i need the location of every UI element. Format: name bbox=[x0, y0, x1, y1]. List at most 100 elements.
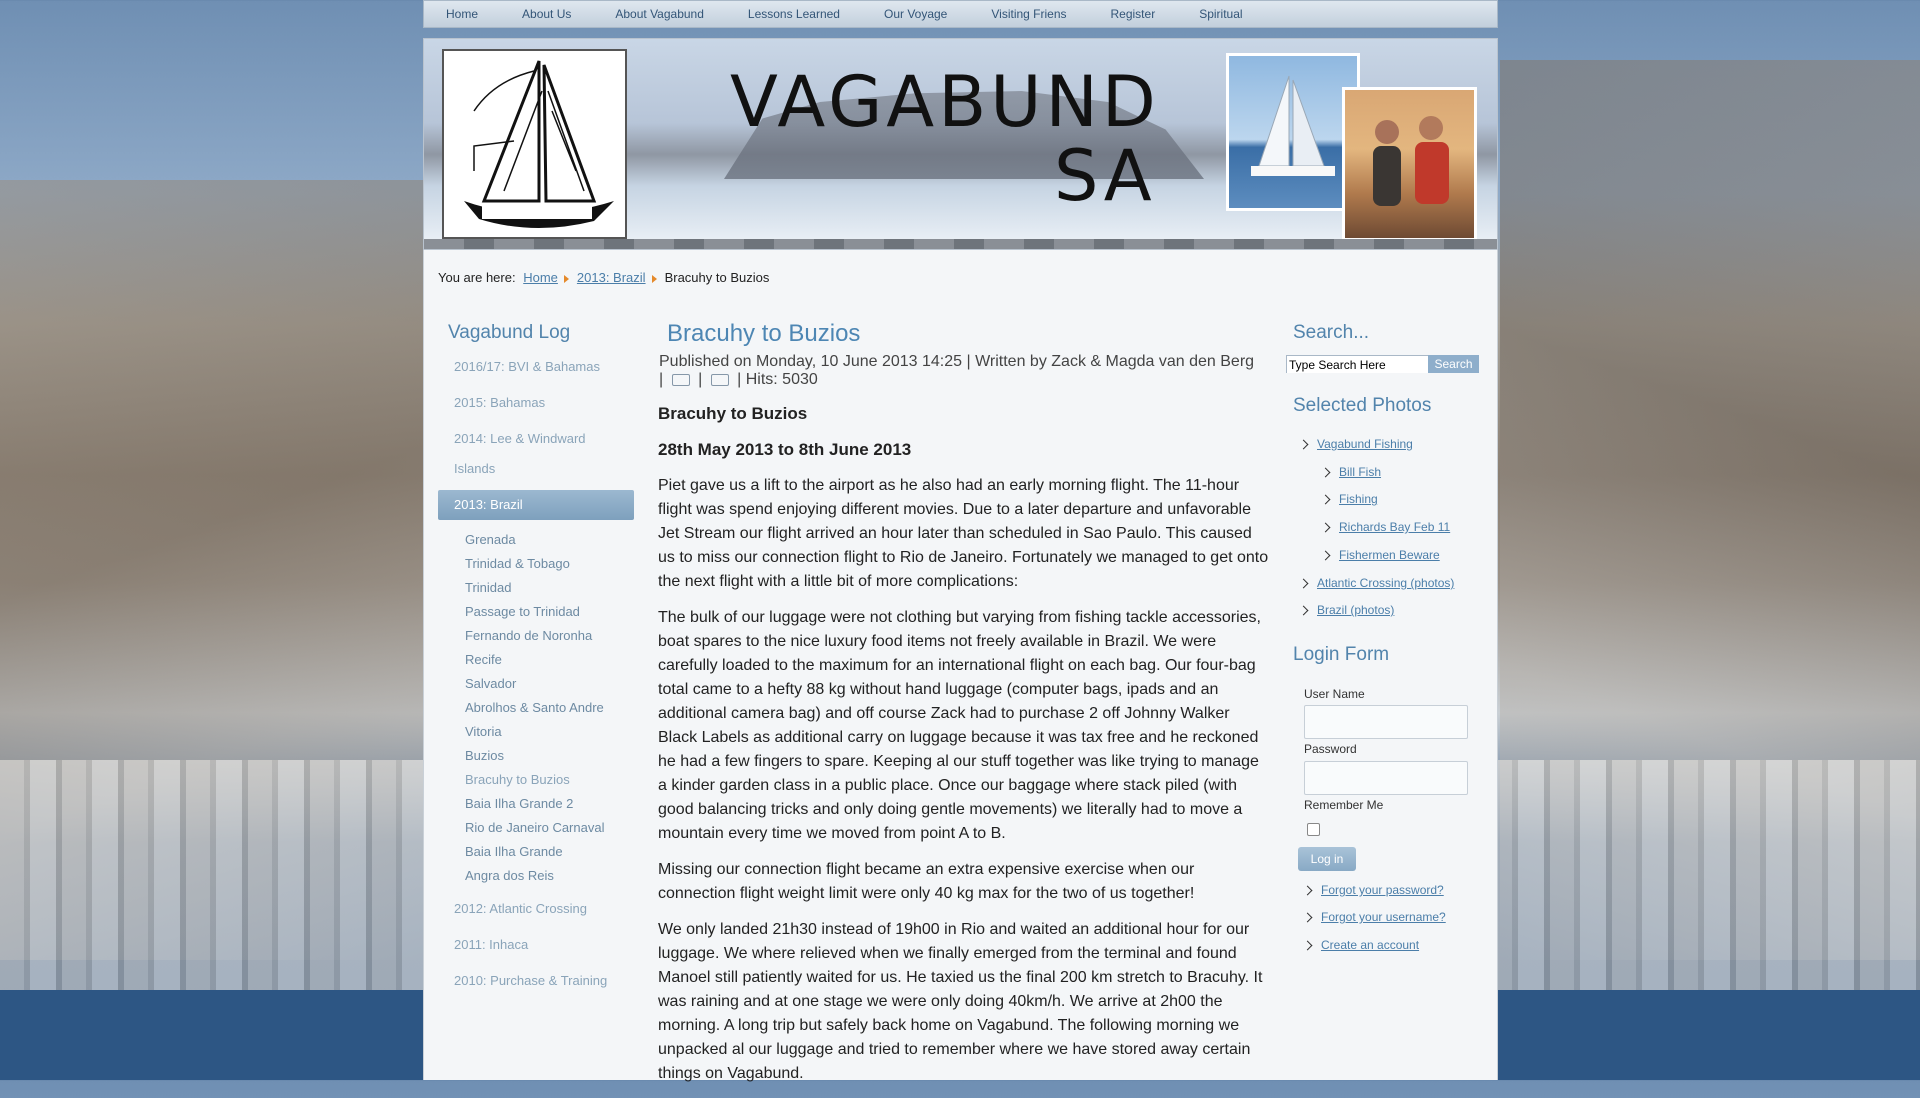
photo-item: Brazil (photos) bbox=[1298, 603, 1394, 617]
log-sub-trinidad-tobago[interactable]: Trinidad & Tobago bbox=[438, 552, 634, 576]
nav-spiritual[interactable]: Spiritual bbox=[1177, 1, 1264, 27]
forgot-password-link[interactable]: Forgot your password? bbox=[1321, 883, 1444, 897]
nav-register[interactable]: Register bbox=[1089, 1, 1178, 27]
search-title: Search... bbox=[1293, 322, 1370, 343]
nav-about-vagabund[interactable]: About Vagabund bbox=[593, 1, 726, 27]
catamaran-photo bbox=[1226, 53, 1360, 211]
chevron-right-icon bbox=[1302, 885, 1313, 896]
log-sub-angra-dos-reis[interactable]: Angra dos Reis bbox=[438, 864, 634, 888]
chevron-right-icon bbox=[1298, 578, 1309, 589]
article-paragraph: The bulk of our luggage were not clothin… bbox=[658, 609, 1261, 842]
log-sub-vitoria[interactable]: Vitoria bbox=[438, 720, 634, 744]
breadcrumb-home-link[interactable]: Home bbox=[523, 270, 558, 285]
log-sub-bracuhy-buzios[interactable]: Bracuhy to Buzios bbox=[438, 768, 634, 792]
article-paragraph: Piet gave us a lift to the airport as he… bbox=[658, 477, 1269, 590]
log-sub-salvador[interactable]: Salvador bbox=[438, 672, 634, 696]
chevron-right-icon bbox=[1302, 940, 1313, 951]
breadcrumb-current: Bracuhy to Buzios bbox=[664, 270, 770, 285]
photo-item: Vagabund Fishing bbox=[1298, 437, 1413, 451]
article-heading: Bracuhy to Buzios bbox=[658, 404, 808, 423]
chevron-right-icon bbox=[1298, 605, 1309, 616]
remember-me-checkbox[interactable] bbox=[1307, 823, 1320, 836]
photo-link-fishing[interactable]: Fishing bbox=[1339, 492, 1378, 506]
log-sub-trinidad[interactable]: Trinidad bbox=[438, 576, 634, 600]
nav-about-us[interactable]: About Us bbox=[500, 1, 593, 27]
content-panel: You are here: Home 2013: Brazil Bracuhy to… bbox=[423, 250, 1498, 1082]
login-link-item: Forgot your password? bbox=[1302, 883, 1444, 897]
chevron-right-icon bbox=[1320, 550, 1331, 561]
breadcrumb-arrow-icon bbox=[651, 274, 657, 283]
nav-lessons-learned[interactable]: Lessons Learned bbox=[726, 1, 862, 27]
chevron-right-icon bbox=[1320, 494, 1331, 505]
couple-photo bbox=[1342, 87, 1477, 241]
search-button[interactable]: Search bbox=[1428, 355, 1479, 373]
search-input[interactable] bbox=[1287, 357, 1431, 373]
password-field[interactable] bbox=[1304, 761, 1468, 795]
login-link-item: Forgot your username? bbox=[1302, 910, 1446, 924]
photo-item: Fishing bbox=[1320, 492, 1378, 506]
login-form-title: Login Form bbox=[1293, 644, 1390, 665]
log-item-2011[interactable]: 2011: Inhaca bbox=[438, 930, 634, 960]
banner-subtitle: SA bbox=[1054, 135, 1156, 217]
nav-home[interactable]: Home bbox=[424, 1, 500, 27]
log-sub-baia-ilha-grande-2[interactable]: Baia Ilha Grande 2 bbox=[438, 792, 634, 816]
article-dates: 28th May 2013 to 8th June 2013 bbox=[658, 440, 912, 459]
log-item-2010[interactable]: 2010: Purchase & Training bbox=[438, 966, 634, 996]
username-field[interactable] bbox=[1304, 705, 1468, 739]
log-sub-rio-carnaval[interactable]: Rio de Janeiro Carnaval bbox=[438, 816, 634, 840]
chevron-right-icon bbox=[1298, 439, 1309, 450]
log-sub-abrolhos[interactable]: Abrolhos & Santo Andre bbox=[438, 696, 634, 720]
print-icon[interactable] bbox=[671, 373, 690, 386]
log-sub-recife[interactable]: Recife bbox=[438, 648, 634, 672]
breadcrumb: You are here: Home 2013: Brazil Bracuhy to… bbox=[438, 270, 769, 285]
article-published: Published on Monday, 10 June 2013 14:25 … bbox=[659, 353, 1255, 370]
photo-link-vagabund-fishing[interactable]: Vagabund Fishing bbox=[1317, 437, 1413, 451]
forgot-username-link[interactable]: Forgot your username? bbox=[1321, 910, 1446, 924]
remember-me-label: Remember Me bbox=[1304, 798, 1384, 812]
breadcrumb-brazil-link[interactable]: 2013: Brazil bbox=[577, 270, 646, 285]
article-body: Bracuhy to Buzios 28th May 2013 to 8th J… bbox=[658, 402, 1270, 1098]
header-banner: VAGABUND SA bbox=[423, 38, 1498, 250]
log-item-2015[interactable]: 2015: Bahamas bbox=[438, 388, 634, 418]
log-sub-passage-trinidad[interactable]: Passage to Trinidad bbox=[438, 600, 634, 624]
create-account-link[interactable]: Create an account bbox=[1321, 938, 1419, 952]
photo-link-fishermen-beware[interactable]: Fishermen Beware bbox=[1339, 548, 1440, 562]
photo-item: Atlantic Crossing (photos) bbox=[1298, 576, 1454, 590]
login-link-item: Create an account bbox=[1302, 938, 1419, 952]
vagabund-log-title: Vagabund Log bbox=[448, 322, 571, 343]
top-navigation: Home About Us About Vagabund Lessons Lea… bbox=[423, 0, 1498, 28]
photo-item: Fishermen Beware bbox=[1320, 548, 1440, 562]
log-sub-buzios[interactable]: Buzios bbox=[438, 744, 634, 768]
log-item-2013[interactable]: 2013: Brazil bbox=[438, 490, 634, 520]
page-container: Home About Us About Vagabund Lessons Lea… bbox=[423, 0, 1498, 1082]
photo-link-atlantic-crossing[interactable]: Atlantic Crossing (photos) bbox=[1317, 576, 1454, 590]
username-label: User Name bbox=[1304, 687, 1365, 701]
log-sub-grenada[interactable]: Grenada bbox=[438, 528, 634, 552]
photo-link-bill-fish[interactable]: Bill Fish bbox=[1339, 465, 1381, 479]
chevron-right-icon bbox=[1320, 467, 1331, 478]
log-item-2014[interactable]: 2014: Lee & Windward Islands bbox=[438, 424, 610, 484]
email-icon[interactable] bbox=[710, 373, 729, 386]
article-title[interactable]: Bracuhy to Buzios bbox=[667, 320, 860, 348]
log-item-2016[interactable]: 2016/17: BVI & Bahamas bbox=[438, 352, 634, 382]
article-paragraph: We only landed 21h30 instead of 19h00 in… bbox=[658, 921, 1263, 1082]
nav-our-voyage[interactable]: Our Voyage bbox=[862, 1, 969, 27]
password-label: Password bbox=[1304, 742, 1357, 756]
nav-visiting-friends[interactable]: Visiting Friens bbox=[969, 1, 1088, 27]
banner-strip bbox=[424, 239, 1497, 249]
login-button[interactable]: Log in bbox=[1298, 847, 1356, 871]
article-meta: Published on Monday, 10 June 2013 14:25 … bbox=[659, 353, 1255, 388]
vagabund-logo bbox=[442, 49, 627, 239]
selected-photos-title: Selected Photos bbox=[1293, 395, 1432, 416]
article-paragraph: Missing our connection flight became an … bbox=[658, 861, 1195, 902]
photo-link-brazil[interactable]: Brazil (photos) bbox=[1317, 603, 1394, 617]
chevron-right-icon bbox=[1320, 522, 1331, 533]
log-sub-baia-ilha-grande[interactable]: Baia Ilha Grande bbox=[438, 840, 634, 864]
log-item-2012[interactable]: 2012: Atlantic Crossing bbox=[438, 894, 634, 924]
breadcrumb-arrow-icon bbox=[563, 274, 569, 283]
chevron-right-icon bbox=[1302, 912, 1313, 923]
photo-item: Richards Bay Feb 11 bbox=[1320, 520, 1450, 534]
photo-link-richards-bay[interactable]: Richards Bay Feb 11 bbox=[1339, 520, 1450, 534]
vagabund-log-menu: 2016/17: BVI & Bahamas 2015: Bahamas 201… bbox=[438, 352, 634, 996]
log-sub-fernando[interactable]: Fernando de Noronha bbox=[438, 624, 634, 648]
